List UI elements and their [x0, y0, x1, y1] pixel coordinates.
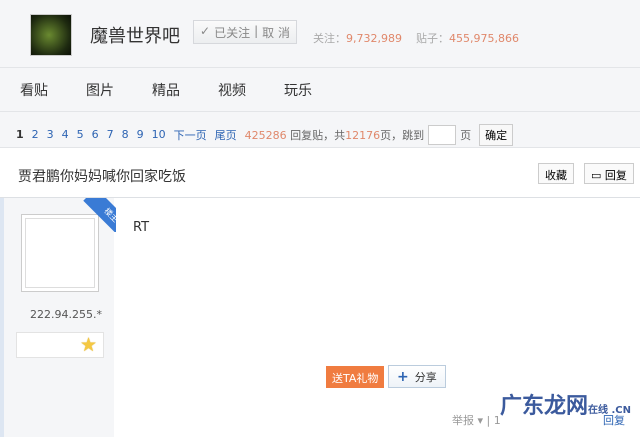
op-badge: 楼主	[82, 198, 116, 232]
star-icon: ★	[79, 334, 97, 356]
report-link[interactable]: 举报	[452, 414, 474, 427]
share-button[interactable]: + 分享	[388, 365, 446, 388]
author-ip: 222.94.255.*	[30, 308, 102, 321]
jump-text: 页，跳到	[380, 128, 425, 142]
tab-videos[interactable]: 视频	[218, 68, 264, 111]
page-link[interactable]: 9	[137, 128, 144, 141]
send-gift-button[interactable]: 送TA礼物	[326, 366, 385, 388]
page-count: 12176	[345, 128, 381, 142]
pagination: 1 2 3 4 5 6 7 8 9 10 下一页 尾页 425286 回复贴，共…	[0, 112, 640, 148]
page-link[interactable]: 3	[47, 128, 54, 141]
reply-label: 回复	[604, 169, 627, 182]
forum-header: 魔兽世界吧 ✓ 已关注 | 取 消 关注：9,732,989 贴子：455,97…	[0, 0, 640, 68]
collect-button[interactable]: 收藏	[538, 163, 574, 184]
forum-stats: 关注：9,732,989 贴子：455,975,866	[313, 30, 519, 46]
reply-text: 回复贴，共	[290, 128, 346, 142]
post-footer: 举报 ▾ | 1	[452, 414, 501, 427]
divider: |	[254, 24, 259, 38]
reply-count: 425286	[244, 128, 287, 142]
jump-page-input[interactable]	[428, 124, 457, 145]
watermark-suffix: 在线 .CN	[588, 405, 632, 416]
check-icon: ✓	[200, 24, 211, 38]
page-link[interactable]: 2	[32, 128, 39, 141]
watermark-text: 广东龙网	[500, 394, 589, 419]
next-page-link[interactable]: 下一页	[174, 127, 207, 143]
reply-summary: 425286 回复贴，共12176页，跳到	[245, 127, 425, 143]
op-badge-label: 楼主	[83, 198, 116, 232]
last-page-link[interactable]: 尾页	[215, 127, 237, 143]
posts-count: 455,975,866	[448, 32, 519, 45]
tab-images[interactable]: 图片	[86, 68, 132, 111]
follow-count: 9,732,989	[346, 32, 402, 45]
page-current: 1	[16, 128, 24, 141]
plus-icon: +	[397, 369, 409, 385]
level-box: ★	[16, 332, 104, 358]
post-content: RT	[133, 220, 150, 235]
follow-toggle[interactable]: ✓ 已关注 | 取 消	[193, 20, 297, 44]
comment-icon: ▭	[591, 169, 602, 182]
page-link[interactable]: 7	[107, 128, 114, 141]
page-link[interactable]: 8	[122, 128, 129, 141]
follow-label: 关注：	[313, 32, 346, 45]
page-unit: 页	[460, 128, 472, 142]
page-link[interactable]: 4	[62, 128, 69, 141]
followed-label: 已关注	[214, 26, 251, 40]
tab-fun[interactable]: 玩乐	[284, 68, 330, 111]
tab-posts[interactable]: 看贴	[20, 68, 66, 111]
page-link[interactable]: 5	[77, 128, 84, 141]
unfollow-button[interactable]: 取 消	[262, 24, 290, 40]
reply-button[interactable]: ▭ 回复	[584, 163, 634, 184]
confirm-button[interactable]: 确定	[479, 123, 514, 146]
author-panel: 222.94.255.* ★	[0, 198, 114, 437]
share-label: 分享	[414, 371, 437, 384]
tab-featured[interactable]: 精品	[152, 68, 198, 111]
posts-label: 贴子：	[415, 32, 449, 45]
forum-nav: 看贴 图片 精品 视频 玩乐	[0, 68, 640, 112]
forum-name[interactable]: 魔兽世界吧	[90, 22, 180, 48]
watermark-logo: 广东龙网在线 .CN	[500, 388, 631, 420]
forum-logo	[30, 14, 72, 56]
page-link[interactable]: 10	[152, 128, 166, 141]
page-link[interactable]: 6	[92, 128, 99, 141]
